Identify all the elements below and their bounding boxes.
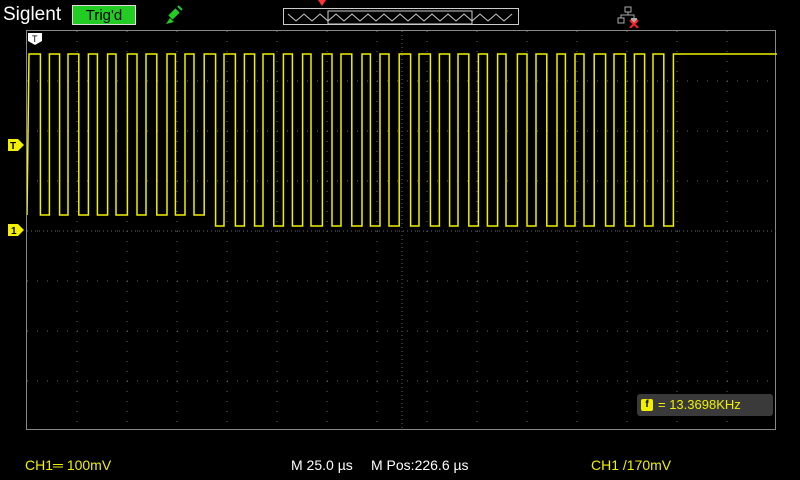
network-disconnected-icon [617, 6, 639, 28]
trigger-level-marker: T [8, 139, 24, 151]
trigger-setting-readout: CH1 /170mV [591, 457, 672, 473]
trigger-position-icon [318, 0, 326, 6]
svg-text:1: 1 [11, 226, 17, 236]
waveform-display[interactable] [26, 30, 777, 431]
timebase-overview-strip[interactable] [283, 8, 519, 25]
waveform-graticule [27, 31, 777, 431]
svg-text:T: T [10, 141, 16, 151]
frequency-icon: f [641, 399, 653, 411]
trigger-status-badge: Trig'd [72, 5, 136, 25]
timebase-readout: M 25.0 µs [291, 457, 353, 473]
bottom-status-bar: CH1═ 100mV M 25.0 µs M Pos:226.6 µs CH1 … [0, 440, 800, 480]
frequency-value: = 13.3698KHz [658, 397, 741, 412]
probe-icon[interactable] [160, 4, 184, 26]
svg-text:T: T [32, 34, 38, 44]
channel1-ground-marker: 1 [8, 224, 24, 236]
waveform-overview-icon [287, 10, 513, 25]
ch1-scale-readout: CH1═ 100mV [25, 457, 112, 473]
top-status-bar: Siglent Trig'd [0, 0, 800, 30]
trigger-time-marker: T [28, 33, 42, 45]
main-position-readout: M Pos:226.6 µs [371, 457, 469, 473]
frequency-measurement: f = 13.3698KHz [637, 394, 773, 416]
brand-logo: Siglent [3, 4, 62, 25]
